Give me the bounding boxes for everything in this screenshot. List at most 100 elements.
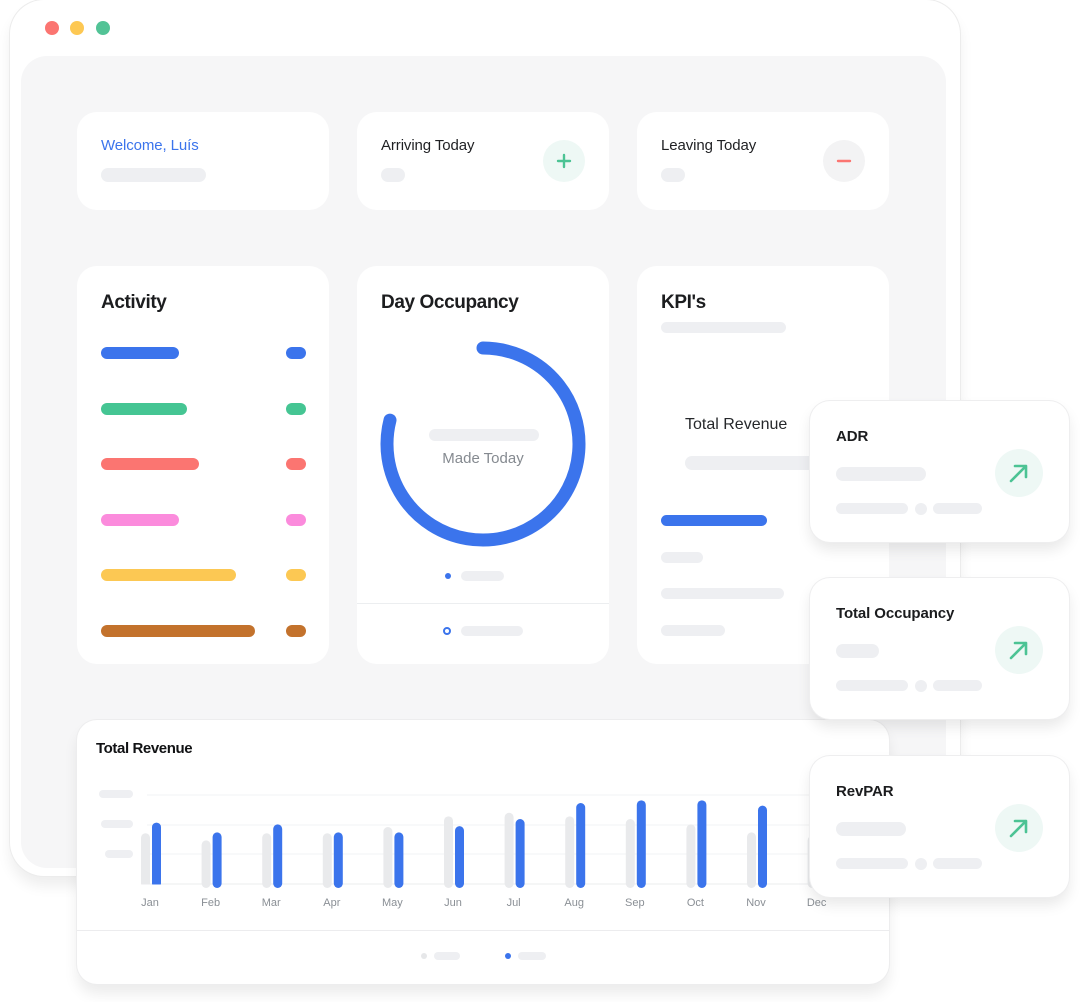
x-tick-label: Aug <box>564 897 584 909</box>
arriving-today-card[interactable]: Arriving Today <box>357 112 609 210</box>
remove-departure-button[interactable] <box>823 140 865 182</box>
kpi-meta-placeholder <box>933 858 982 869</box>
x-tick-label: Mar <box>262 897 281 909</box>
activity-count-badge <box>286 458 306 470</box>
close-window-button[interactable] <box>45 21 59 35</box>
activity-count-badge <box>286 513 306 526</box>
kpi-card-title: ADR <box>836 428 869 445</box>
occupancy-divider <box>357 603 609 604</box>
legend-label-placeholder <box>461 571 504 581</box>
activity-row <box>101 458 306 470</box>
bar-previous-mar[interactable] <box>262 833 272 888</box>
bar-current-jun[interactable] <box>455 826 464 888</box>
bar-current-feb[interactable] <box>212 832 222 888</box>
activity-title: Activity <box>101 292 167 313</box>
kpi-trend-button[interactable] <box>995 804 1043 852</box>
occupancy-donut <box>380 341 586 547</box>
kpi-trend-button[interactable] <box>995 626 1043 674</box>
legend-previous-dot <box>421 953 427 959</box>
arrow-up-right-icon <box>1009 641 1028 660</box>
bar-current-nov[interactable] <box>758 805 767 888</box>
bar-previous-jul[interactable] <box>504 812 514 888</box>
kpi-meta-placeholder <box>836 858 908 869</box>
welcome-title: Welcome, Luís <box>101 137 199 154</box>
x-tick-label: Dec <box>807 897 827 909</box>
kpi-meta-placeholder <box>836 503 908 514</box>
chart-divider <box>77 930 889 931</box>
kpi-meta-placeholder <box>933 503 982 514</box>
bar-current-apr[interactable] <box>333 832 343 888</box>
kpi-placeholder <box>661 588 784 599</box>
occupancy-value-placeholder <box>429 429 539 441</box>
welcome-card: Welcome, Luís <box>77 112 329 210</box>
legend-dot-filled <box>445 573 451 579</box>
x-tick-label: Jan <box>141 897 159 909</box>
x-tick-label: Jul <box>507 897 521 909</box>
kpi-trend-button[interactable] <box>995 449 1043 497</box>
kpis-subtitle-placeholder <box>661 322 786 333</box>
bar-previous-apr[interactable] <box>322 833 332 888</box>
total-revenue-chart-card: Total Revenue Jan Feb Mar Apr May Jun Jul Aug Se… <box>77 720 889 984</box>
y-tick-label-placeholder <box>101 820 133 828</box>
kpi-card-revpar[interactable]: RevPAR <box>810 756 1069 897</box>
x-tick-label: Oct <box>687 897 704 909</box>
kpi-meta-separator <box>915 858 927 870</box>
bar-previous-feb[interactable] <box>201 840 211 888</box>
y-tick-label-placeholder <box>105 850 133 858</box>
bar-current-may[interactable] <box>394 832 404 888</box>
x-tick-label: Nov <box>746 897 766 909</box>
bar-previous-sep[interactable] <box>625 819 635 888</box>
axis-mask <box>77 884 889 891</box>
bar-current-oct[interactable] <box>697 800 707 888</box>
activity-bar <box>101 624 255 637</box>
x-tick-label: Jun <box>444 897 462 909</box>
bar-current-jul[interactable] <box>515 819 525 888</box>
bar-previous-nov[interactable] <box>747 832 756 888</box>
bar-current-mar[interactable] <box>273 824 283 888</box>
arriving-today-title: Arriving Today <box>381 137 475 154</box>
bar-previous-jan[interactable] <box>141 833 150 888</box>
legend-label-placeholder <box>461 626 523 636</box>
activity-card: Activity <box>77 266 329 664</box>
revenue-bar-chart: Jan Feb Mar Apr May Jun Jul Aug Sep Oct Nov Dec <box>77 790 889 909</box>
leaving-today-card[interactable]: Leaving Today <box>637 112 889 210</box>
activity-count-badge <box>286 569 306 581</box>
activity-bar <box>101 513 179 526</box>
kpi-card-total-occupancy[interactable]: Total Occupancy <box>810 578 1069 719</box>
kpi-card-title: RevPAR <box>836 783 894 800</box>
add-arrival-button[interactable] <box>543 140 585 182</box>
x-tick-label: Feb <box>201 897 220 909</box>
activity-bar <box>101 402 187 415</box>
kpi-meta-separator <box>915 680 927 692</box>
activity-count-badge <box>286 347 306 359</box>
kpi-value-placeholder <box>836 822 906 836</box>
kpi-value-placeholder <box>836 467 926 481</box>
activity-count-badge <box>286 402 306 415</box>
maximize-window-button[interactable] <box>96 21 110 35</box>
y-tick-label-placeholder <box>99 790 133 798</box>
made-today-label: Made Today <box>442 450 524 467</box>
bar-previous-may[interactable] <box>383 827 393 888</box>
kpi-meta-separator <box>915 503 927 515</box>
bar-previous-jun[interactable] <box>444 816 453 888</box>
bar-current-jan[interactable] <box>152 822 161 888</box>
x-tick-label: May <box>382 897 403 909</box>
plus-icon <box>556 153 572 169</box>
kpi-card-adr[interactable]: ADR <box>810 401 1069 542</box>
activity-row <box>101 347 306 359</box>
bar-previous-oct[interactable] <box>686 824 696 888</box>
kpi-meta-placeholder <box>836 680 908 691</box>
bar-previous-aug[interactable] <box>565 816 575 888</box>
bar-current-sep[interactable] <box>636 800 646 888</box>
bar-current-aug[interactable] <box>576 803 586 888</box>
activity-bar <box>101 569 236 581</box>
kpis-title: KPI's <box>661 292 706 313</box>
legend-dot-outline <box>443 627 451 635</box>
arriving-count-placeholder <box>381 168 405 182</box>
kpi-value-placeholder <box>836 644 879 658</box>
day-occupancy-title: Day Occupancy <box>381 292 519 313</box>
arrow-up-right-icon <box>1009 464 1028 483</box>
minimize-window-button[interactable] <box>70 21 84 35</box>
activity-count-badge <box>286 624 306 637</box>
occupancy-arc <box>380 341 586 547</box>
